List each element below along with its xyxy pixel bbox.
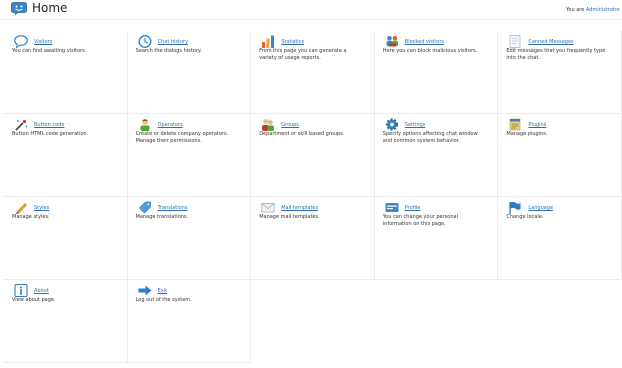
menu-description: Button HTML code generation. [12, 131, 89, 137]
tag-icon [138, 201, 151, 214]
menu-item-button-code: Button code Button HTML code generation. [4, 114, 128, 197]
menu-description: Manage plugins. [506, 131, 548, 137]
menu-item-mail-templates: Mail templates Manage mail templates. [251, 197, 375, 280]
menu-description: You can change your personal information… [382, 214, 458, 227]
menu-description: Manage mail templates. [259, 214, 320, 220]
user-prefix: You are [566, 7, 585, 13]
gear-icon [385, 118, 398, 131]
menu-link[interactable]: Operators [158, 122, 183, 128]
menu-description: View about page. [12, 297, 56, 303]
plugin-icon [510, 118, 521, 131]
document-icon [509, 35, 521, 48]
menu-description: You can find awaiting visitors. [12, 48, 87, 54]
user-info: You are Administrator [566, 7, 620, 14]
empty-cell [251, 280, 375, 363]
menu-link[interactable]: About [34, 288, 49, 294]
menu-link[interactable]: Styles [34, 205, 49, 211]
menu-item-styles: Styles Manage styles. [4, 197, 128, 280]
menu-link[interactable]: Profile [405, 205, 421, 211]
menu-item-operators: Operators Create or delete company opera… [127, 114, 252, 197]
menu-description: Log out of the system. [135, 297, 192, 303]
menu-link[interactable]: Translations [158, 205, 188, 211]
magic-wand-icon [15, 119, 28, 131]
menu-item-groups: Groups Department or skill based groups. [251, 114, 375, 197]
menu-description: Create or delete company operators. Mana… [135, 131, 229, 144]
home-chat-icon [11, 2, 27, 16]
menu-description: Search the dialogs history. [135, 48, 202, 54]
menu-link[interactable]: Groups [281, 122, 299, 128]
top-bar: Home You are Administrator [0, 0, 622, 19]
menu-description: Department or skill based groups. [259, 131, 345, 137]
menu-item-profile: Profile You can change your personal inf… [374, 197, 499, 280]
page-title: Home [32, 1, 68, 15]
empty-cell [498, 280, 622, 363]
header-divider [0, 19, 622, 20]
menu-item-about: About View about page. [4, 280, 128, 363]
menu-link[interactable]: Canned Messages [528, 39, 573, 45]
menu-description: Change locale. [506, 214, 544, 220]
menu-grid: Visitors You can find awaiting visitors.… [4, 31, 622, 363]
empty-cell [375, 280, 499, 363]
chat-bubble-icon [14, 35, 28, 48]
menu-item-language: Language Change locale. [498, 197, 622, 280]
menu-description: Edit messages that you frequently type i… [506, 48, 606, 61]
menu-description: Manage translations. [135, 214, 189, 220]
menu-description: Specify options affecting chat window an… [382, 131, 478, 144]
menu-link[interactable]: Mail templates [281, 205, 318, 211]
menu-item-settings: Settings Specify options affecting chat … [374, 114, 499, 197]
menu-link[interactable]: Plugins [528, 122, 546, 128]
user-name-link[interactable]: Administrator [586, 7, 620, 13]
menu-description: Manage styles. [12, 214, 50, 220]
flag-icon [509, 201, 521, 214]
menu-description: Here you can block malicious visitors. [382, 48, 478, 54]
menu-link[interactable]: Button code [34, 122, 64, 128]
info-icon [14, 284, 28, 297]
pencil-icon [16, 203, 27, 214]
menu-link[interactable]: Chat history [158, 39, 188, 45]
group-icon [262, 119, 275, 131]
menu-item-blocked-visitors: Blocked visitors Here you can block mali… [374, 31, 499, 114]
menu-link[interactable]: Exit [158, 288, 167, 294]
menu-link[interactable]: Settings [405, 122, 426, 128]
exit-arrow-icon [138, 285, 152, 296]
menu-item-canned-messages: Canned Messages Edit messages that you f… [498, 31, 622, 114]
menu-link[interactable]: Statistics [281, 39, 304, 45]
menu-item-plugins: Plugins Manage plugins. [498, 114, 622, 197]
menu-item-visitors: Visitors You can find awaiting visitors. [4, 31, 128, 114]
clock-icon [138, 35, 152, 48]
envelope-icon [261, 203, 275, 213]
operator-icon [140, 119, 150, 131]
menu-item-statistics: Statistics From this page you can genera… [251, 31, 375, 114]
menu-item-translations: Translations Manage translations. [127, 197, 252, 280]
menu-link[interactable]: Blocked visitors [405, 39, 444, 45]
menu-item-exit: Exit Log out of the system. [127, 280, 252, 363]
bar-chart-icon [262, 35, 275, 48]
menu-link[interactable]: Visitors [34, 39, 52, 45]
menu-link[interactable]: Language [528, 205, 553, 211]
menu-item-chat-history: Chat history Search the dialogs history. [127, 31, 252, 114]
id-card-icon [385, 203, 399, 212]
menu-description: From this page you can generate a variet… [259, 48, 347, 61]
blocked-users-icon [386, 35, 398, 47]
